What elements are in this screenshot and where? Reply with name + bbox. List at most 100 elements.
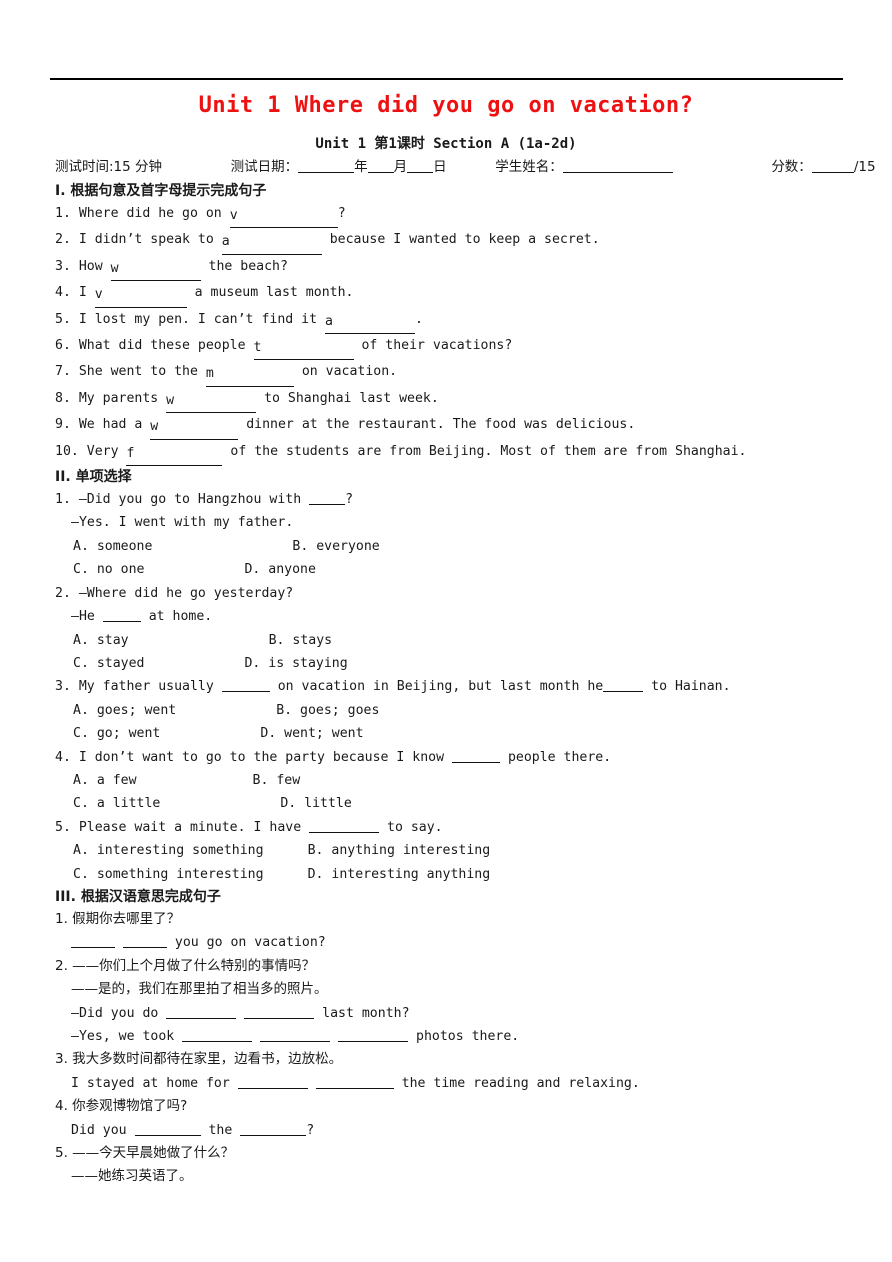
answer-blank[interactable]	[309, 819, 380, 833]
hint-answer-blank[interactable]: a	[221, 230, 322, 255]
chinese-prompt: 3. 我大多数时间都待在家里，边看书，边放松。	[55, 1048, 855, 1071]
question-item: 4. I v a museum last month.	[55, 281, 855, 308]
option-choice[interactable]: C. go; went	[73, 726, 160, 741]
option-choice[interactable]: A. goes; went	[73, 703, 176, 718]
option-choice[interactable]: A. interesting something	[73, 843, 264, 858]
chinese-prompt: ——她练习英语了。	[55, 1165, 855, 1188]
test-date-day-blank[interactable]	[407, 159, 434, 173]
question-item: 10. Very f of the students are from Beij…	[55, 440, 855, 467]
item-number: 1.	[55, 492, 79, 508]
answer-text-mid	[330, 1029, 338, 1044]
option-choice[interactable]: B. everyone	[292, 539, 379, 554]
answer-blank[interactable]	[244, 1005, 315, 1019]
option-choice[interactable]: C. a little	[73, 796, 160, 811]
answer-blank[interactable]	[338, 1028, 409, 1042]
hint-answer-blank[interactable]: w	[150, 415, 239, 440]
answer-blank[interactable]	[260, 1028, 331, 1042]
item-number: 3.	[55, 1051, 73, 1068]
option-choice[interactable]: C. something interesting	[73, 867, 264, 882]
question-text: I lost my pen. I can’t find it	[78, 311, 325, 327]
option-choice[interactable]: C. stayed	[73, 656, 144, 671]
english-answer-line: —Did you do last month?	[55, 1002, 855, 1025]
option-choice[interactable]: D. anyone	[244, 562, 315, 577]
question-text: Very	[86, 443, 127, 459]
worksheet-body: I. 根据句意及首字母提示完成句子 1. Where did he go on …	[55, 180, 855, 1189]
option-choice[interactable]: D. interesting anything	[308, 867, 491, 882]
option-choice[interactable]: B. goes; goes	[276, 703, 379, 718]
chinese-text: 你参观博物馆了吗?	[72, 1098, 188, 1115]
option-choice[interactable]: A. someone	[73, 539, 152, 554]
score-blank[interactable]	[811, 159, 854, 173]
answer-text-tail: you go on vacation?	[166, 935, 326, 951]
answer-blank[interactable]	[221, 678, 270, 693]
option-choice[interactable]: A. a few	[73, 773, 137, 788]
option-choice[interactable]: B. few	[253, 773, 301, 788]
answer-blank[interactable]	[452, 749, 500, 763]
reply-text: —Yes. I went with my father.	[71, 515, 294, 531]
option-row: C. a little D. little	[55, 792, 855, 815]
hint-answer-blank[interactable]: v	[94, 283, 187, 308]
answer-blank[interactable]	[315, 1075, 394, 1089]
answer-text: I stayed at home for	[71, 1075, 238, 1091]
option-choice[interactable]: B. stays	[269, 633, 333, 648]
answer-blank[interactable]	[240, 1122, 307, 1136]
answer-blank[interactable]	[102, 608, 141, 623]
question-text: My parents	[78, 390, 167, 406]
answer-text-mid	[236, 1006, 244, 1021]
chinese-text: 我大多数时间都待在家里，边看书，边放松。	[72, 1051, 343, 1068]
answer-blank[interactable]	[134, 1122, 201, 1136]
item-number: 3.	[55, 258, 79, 274]
option-choice[interactable]: A. stay	[73, 633, 129, 648]
option-row: A. goes; went B. goes; goes	[55, 699, 855, 722]
question-text: She went to the	[78, 364, 206, 380]
option-choice[interactable]: D. is staying	[244, 656, 347, 671]
answer-text-tail: the time reading and relaxing.	[393, 1075, 640, 1091]
question-text-tail: a museum last month.	[186, 285, 354, 301]
hint-answer-blank[interactable]: m	[205, 362, 294, 387]
hint-answer-blank[interactable]: v	[229, 204, 338, 229]
worksheet-page: Unit 1 Where did you go on vacation? Uni…	[0, 0, 892, 1262]
question-text: —Did you go to Hangzhou with	[78, 492, 310, 508]
chinese-text: ——今天早晨她做了什么？	[72, 1145, 235, 1162]
option-choice[interactable]: D. little	[280, 796, 351, 811]
test-date-year-blank[interactable]	[298, 159, 355, 173]
question-text: Please wait a minute. I have	[78, 819, 310, 835]
student-name-blank[interactable]	[562, 159, 673, 173]
chinese-prompt: 1. 假期你去哪里了？	[55, 908, 855, 931]
hint-answer-blank[interactable]: w	[110, 257, 201, 282]
option-choice[interactable]: D. went; went	[260, 726, 363, 741]
answer-blank[interactable]	[237, 1075, 308, 1089]
option-choice[interactable]: C. no one	[73, 562, 144, 577]
answer-text-tail: last month?	[314, 1005, 410, 1021]
question-text-tail: because I wanted to keep a secret.	[321, 232, 600, 248]
item-number: 4.	[55, 1098, 73, 1115]
chinese-text: ——是的，我们在那里拍了相当多的照片。	[71, 981, 328, 998]
question-text: Where did he go on	[78, 206, 230, 221]
answer-blank[interactable]	[309, 491, 346, 506]
question-text-tail: to Shanghai last week.	[256, 390, 439, 406]
chinese-prompt: ——是的，我们在那里拍了相当多的照片。	[55, 978, 855, 1001]
answer-blank[interactable]	[71, 934, 115, 949]
hint-answer-blank[interactable]: a	[324, 310, 415, 335]
dialogue-reply: —He at home.	[55, 605, 855, 628]
section-heading-3: III. 根据汉语意思完成句子	[55, 888, 221, 905]
option-row: C. something interesting D. interesting a…	[55, 863, 855, 886]
answer-blank[interactable]	[166, 1005, 237, 1019]
answer-blank[interactable]	[182, 1028, 253, 1042]
chinese-text: ——你们上个月做了什么特别的事情吗？	[72, 957, 316, 974]
answer-blank[interactable]	[122, 934, 167, 949]
item-number: 10.	[55, 443, 87, 459]
hint-answer-blank[interactable]: w	[166, 389, 257, 414]
section-1-items: 1. Where did he go on v? 2. I didn’t spea…	[55, 202, 855, 467]
question-item: 5. I lost my pen. I can’t find it a.	[55, 308, 855, 335]
question-text-tail: ?	[337, 206, 346, 221]
hint-answer-blank[interactable]: t	[253, 336, 354, 361]
option-row: C. go; went D. went; went	[55, 722, 855, 745]
question-stem: 4. I don’t want to go to the party becau…	[55, 746, 855, 769]
hint-answer-blank[interactable]: f	[126, 442, 223, 467]
option-row: A. someone B. everyone	[55, 535, 855, 558]
answer-blank[interactable]	[603, 678, 644, 693]
option-choice[interactable]: B. anything interesting	[308, 843, 491, 858]
option-row: A. stay B. stays	[55, 629, 855, 652]
test-date-month-blank[interactable]	[367, 159, 394, 173]
